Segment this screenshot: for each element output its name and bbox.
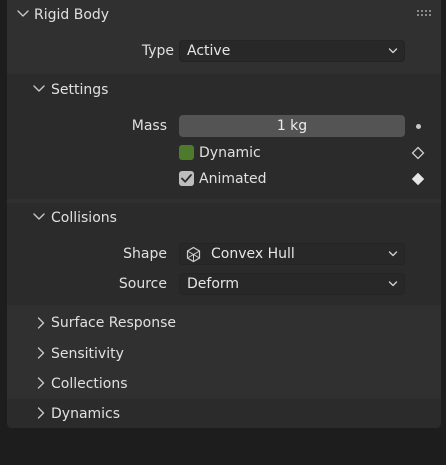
collisions-subpanel: Collisions Shape Convex Hull Source Defo…	[7, 203, 441, 305]
animated-checkbox[interactable]	[179, 171, 194, 186]
collections-title: Collections	[51, 376, 128, 392]
shape-value: Convex Hull	[211, 246, 295, 262]
sensitivity-header[interactable]: Sensitivity	[7, 340, 441, 368]
mass-field[interactable]: 1 kg	[179, 115, 405, 137]
dynamics-title: Dynamics	[51, 406, 121, 422]
panel-title: Rigid Body	[34, 7, 110, 23]
chevron-down-icon	[388, 251, 398, 257]
collections-header[interactable]: Collections	[7, 370, 441, 398]
convex-hull-icon	[186, 246, 201, 263]
chevron-down-icon	[33, 85, 45, 92]
chevron-right-icon	[37, 347, 45, 359]
chevron-right-icon	[37, 407, 45, 419]
chevron-right-icon	[37, 377, 45, 389]
chevron-down-icon	[17, 10, 29, 17]
settings-subpanel: Settings Mass 1 kg Dynamic Animated	[7, 74, 441, 199]
mass-value: 1 kg	[276, 118, 308, 134]
chevron-right-icon	[37, 317, 45, 329]
mass-label: Mass	[131, 118, 167, 134]
shape-dropdown[interactable]: Convex Hull	[179, 243, 405, 265]
dynamic-checkbox[interactable]	[179, 145, 194, 160]
type-label: Type	[141, 43, 174, 59]
source-value: Deform	[187, 276, 240, 292]
type-dropdown[interactable]: Active	[179, 40, 405, 62]
checkmark-icon	[181, 174, 192, 183]
dynamics-header[interactable]: Dynamics	[7, 399, 441, 428]
collisions-header[interactable]: Collisions	[7, 203, 441, 233]
drag-handle-icon[interactable]	[416, 10, 432, 16]
chevron-down-icon	[388, 281, 398, 287]
surface-response-header[interactable]: Surface Response	[7, 309, 441, 337]
source-dropdown[interactable]: Deform	[179, 273, 405, 295]
chevron-down-icon	[33, 213, 45, 220]
rigid-body-header[interactable]: Rigid Body	[7, 0, 441, 30]
sensitivity-title: Sensitivity	[51, 346, 124, 362]
source-label: Source	[118, 276, 167, 292]
settings-header[interactable]: Settings	[7, 74, 441, 104]
keyframe-dot-icon[interactable]	[416, 124, 421, 129]
animated-label: Animated	[199, 171, 267, 187]
keyframe-diamond-filled-icon[interactable]	[411, 172, 425, 186]
dynamic-label: Dynamic	[199, 145, 261, 161]
surface-response-title: Surface Response	[51, 315, 177, 331]
keyframe-diamond-icon[interactable]	[411, 146, 425, 160]
collisions-title: Collisions	[51, 210, 117, 226]
chevron-down-icon	[388, 48, 398, 54]
settings-title: Settings	[51, 82, 109, 98]
type-value: Active	[187, 43, 231, 59]
shape-label: Shape	[123, 246, 167, 262]
